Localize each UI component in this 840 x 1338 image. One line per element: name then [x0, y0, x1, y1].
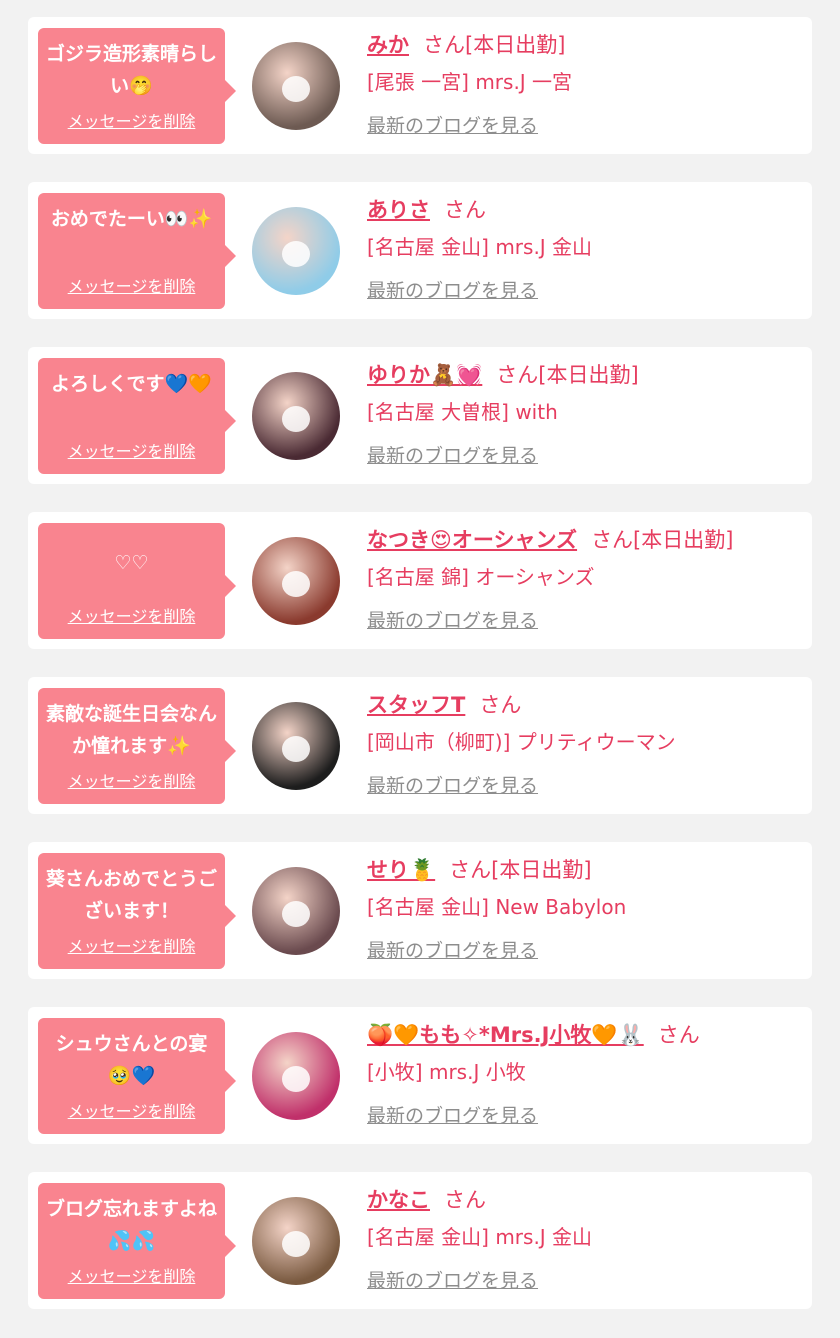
- message-bubble: ♡♡ メッセージを削除: [38, 523, 236, 639]
- delete-message-link[interactable]: メッセージを削除: [38, 933, 225, 957]
- message-card: シュウさんとの宴🥹💙 メッセージを削除 🍑🧡もも✧*Mrs.J小牧🧡🐰 さん [小…: [28, 1007, 812, 1144]
- message-list: ゴジラ造形素晴らしい🤭 メッセージを削除 みか さん[本日出勤] [尾張 一宮] …: [0, 0, 840, 1338]
- honorific-status: さん: [479, 693, 522, 717]
- face-blur-icon: [282, 406, 310, 432]
- message-card: ゴジラ造形素晴らしい🤭 メッセージを削除 みか さん[本日出勤] [尾張 一宮] …: [28, 17, 812, 154]
- delete-message-link[interactable]: メッセージを削除: [38, 108, 225, 132]
- shop-label: [名古屋 金山] mrs.J 金山: [367, 235, 593, 259]
- avatar[interactable]: [252, 207, 340, 295]
- message-card: ♡♡ メッセージを削除 なつき😍オーシャンズ さん[本日出勤] [名古屋 錦] オ…: [28, 512, 812, 649]
- message-bubble: シュウさんとの宴🥹💙 メッセージを削除: [38, 1018, 236, 1134]
- shop-label: [岡山市（柳町)] プリティウーマン: [367, 730, 676, 754]
- latest-blog-link[interactable]: 最新のブログを見る: [367, 111, 538, 138]
- message-bubble: 葵さんおめでとうございます！ メッセージを削除: [38, 853, 236, 969]
- message-text: おめでたーい👀✨: [50, 208, 213, 230]
- message-text: 素敵な誕生日会なんか憧れます✨: [45, 703, 217, 757]
- message-bubble: ブログ忘れますよね💦💦 メッセージを削除: [38, 1183, 236, 1299]
- honorific-status: さん[本日出勤]: [591, 528, 734, 552]
- honorific-status: さん[本日出勤]: [496, 363, 639, 387]
- honorific-status: さん: [444, 198, 486, 222]
- sender-info: スタッフT さん [岡山市（柳町)] プリティウーマン 最新のブログを見る: [367, 687, 802, 798]
- delete-message-link[interactable]: メッセージを削除: [38, 1263, 225, 1287]
- face-blur-icon: [282, 1066, 310, 1092]
- message-text: 葵さんおめでとうございます！: [45, 868, 217, 922]
- avatar[interactable]: [252, 702, 340, 790]
- sender-name-link[interactable]: なつき😍オーシャンズ: [367, 528, 577, 552]
- avatar[interactable]: [252, 867, 340, 955]
- message-bubble: おめでたーい👀✨ メッセージを削除: [38, 193, 236, 309]
- shop-label: [名古屋 金山] mrs.J 金山: [367, 1225, 593, 1249]
- message-text: よろしくです💙🧡: [51, 373, 212, 395]
- honorific-status: さん: [444, 1188, 486, 1212]
- delete-message-link[interactable]: メッセージを削除: [38, 273, 225, 297]
- latest-blog-link[interactable]: 最新のブログを見る: [367, 1266, 538, 1293]
- sender-info: なつき😍オーシャンズ さん[本日出勤] [名古屋 錦] オーシャンズ 最新のブログ…: [367, 522, 802, 633]
- sender-name-link[interactable]: みか: [367, 33, 409, 57]
- sender-name-link[interactable]: 🍑🧡もも✧*Mrs.J小牧🧡🐰: [367, 1023, 644, 1047]
- sender-name-link[interactable]: スタッフT: [367, 693, 465, 717]
- delete-message-link[interactable]: メッセージを削除: [38, 603, 225, 627]
- sender-name-link[interactable]: ありさ: [367, 198, 430, 222]
- message-bubble: よろしくです💙🧡 メッセージを削除: [38, 358, 236, 474]
- message-card: 葵さんおめでとうございます！ メッセージを削除 せり🍍 さん[本日出勤] [名古屋…: [28, 842, 812, 979]
- face-blur-icon: [282, 901, 310, 927]
- face-blur-icon: [282, 241, 310, 267]
- honorific-status: さん[本日出勤]: [423, 33, 566, 57]
- honorific-status: さん[本日出勤]: [449, 858, 592, 882]
- latest-blog-link[interactable]: 最新のブログを見る: [367, 606, 538, 633]
- latest-blog-link[interactable]: 最新のブログを見る: [367, 441, 538, 468]
- sender-name-link[interactable]: ゆりか🧸💓: [367, 363, 482, 387]
- latest-blog-link[interactable]: 最新のブログを見る: [367, 936, 538, 963]
- face-blur-icon: [282, 571, 310, 597]
- message-card: 素敵な誕生日会なんか憧れます✨ メッセージを削除 スタッフT さん [岡山市（柳町…: [28, 677, 812, 814]
- delete-message-link[interactable]: メッセージを削除: [38, 768, 225, 792]
- message-text: ゴジラ造形素晴らしい🤭: [45, 43, 217, 97]
- sender-info: ありさ さん [名古屋 金山] mrs.J 金山 最新のブログを見る: [367, 192, 802, 303]
- shop-label: [尾張 一宮] mrs.J 一宮: [367, 70, 573, 94]
- shop-label: [小牧] mrs.J 小牧: [367, 1060, 526, 1084]
- message-text: ♡♡: [114, 552, 149, 574]
- sender-info: 🍑🧡もも✧*Mrs.J小牧🧡🐰 さん [小牧] mrs.J 小牧 最新のブログを見…: [367, 1017, 802, 1128]
- avatar[interactable]: [252, 42, 340, 130]
- message-card: おめでたーい👀✨ メッセージを削除 ありさ さん [名古屋 金山] mrs.J 金…: [28, 182, 812, 319]
- shop-label: [名古屋 錦] オーシャンズ: [367, 565, 595, 589]
- avatar[interactable]: [252, 372, 340, 460]
- latest-blog-link[interactable]: 最新のブログを見る: [367, 1101, 538, 1128]
- latest-blog-link[interactable]: 最新のブログを見る: [367, 276, 538, 303]
- shop-label: [名古屋 金山] New Babylon: [367, 895, 627, 919]
- face-blur-icon: [282, 76, 310, 102]
- message-bubble: 素敵な誕生日会なんか憧れます✨ メッセージを削除: [38, 688, 236, 804]
- latest-blog-link[interactable]: 最新のブログを見る: [367, 771, 538, 798]
- sender-name-link[interactable]: せり🍍: [367, 858, 435, 882]
- delete-message-link[interactable]: メッセージを削除: [38, 1098, 225, 1122]
- avatar[interactable]: [252, 1032, 340, 1120]
- avatar[interactable]: [252, 537, 340, 625]
- face-blur-icon: [282, 736, 310, 762]
- shop-label: [名古屋 大曽根] with: [367, 400, 558, 424]
- honorific-status: さん: [657, 1023, 700, 1047]
- message-card: ブログ忘れますよね💦💦 メッセージを削除 かなこ さん [名古屋 金山] mrs.…: [28, 1172, 812, 1309]
- sender-info: せり🍍 さん[本日出勤] [名古屋 金山] New Babylon 最新のブログを…: [367, 852, 802, 963]
- message-text: ブログ忘れますよね💦💦: [45, 1198, 217, 1252]
- face-blur-icon: [282, 1231, 310, 1257]
- sender-name-link[interactable]: かなこ: [367, 1188, 430, 1212]
- message-bubble: ゴジラ造形素晴らしい🤭 メッセージを削除: [38, 28, 236, 144]
- avatar[interactable]: [252, 1197, 340, 1285]
- message-card: よろしくです💙🧡 メッセージを削除 ゆりか🧸💓 さん[本日出勤] [名古屋 大曽根…: [28, 347, 812, 484]
- sender-info: ゆりか🧸💓 さん[本日出勤] [名古屋 大曽根] with 最新のブログを見る: [367, 357, 802, 468]
- message-text: シュウさんとの宴🥹💙: [55, 1033, 208, 1087]
- sender-info: みか さん[本日出勤] [尾張 一宮] mrs.J 一宮 最新のブログを見る: [367, 27, 802, 138]
- sender-info: かなこ さん [名古屋 金山] mrs.J 金山 最新のブログを見る: [367, 1182, 802, 1293]
- delete-message-link[interactable]: メッセージを削除: [38, 438, 225, 462]
